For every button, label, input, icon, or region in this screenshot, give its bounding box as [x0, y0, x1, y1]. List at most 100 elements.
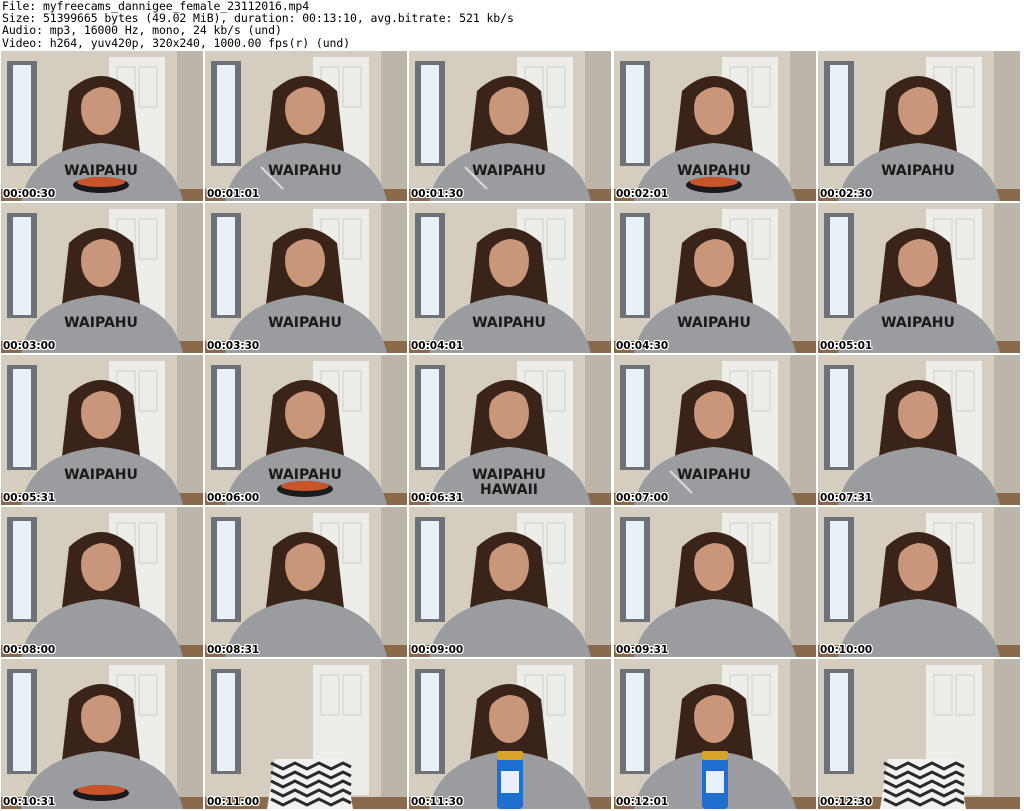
window [830, 673, 848, 771]
timestamp-label: 00:10:00 [820, 644, 873, 656]
video-thumbnail[interactable]: WAIPAHU 00:05:01 [818, 203, 1020, 353]
timestamp-label: 00:02:30 [820, 188, 873, 200]
window [421, 521, 439, 619]
video-thumbnail[interactable]: WAIPAHU 00:02:01 [614, 51, 816, 201]
wall-trim [381, 355, 407, 505]
bowl [73, 785, 129, 801]
wall-trim [585, 355, 611, 505]
timestamp-label: 00:04:30 [616, 340, 669, 352]
video-thumbnail[interactable]: WAIPAHU 00:05:31 [1, 355, 203, 505]
hoodie-text: WAIPAHU [64, 163, 138, 179]
window [421, 65, 439, 163]
wall-trim [994, 203, 1020, 353]
hoodie-text: WAIPAHU [881, 163, 955, 179]
video-thumbnail[interactable]: WAIPAHU 00:04:30 [614, 203, 816, 353]
video-line: Video: h264, yuv420p, 320x240, 1000.00 f… [2, 35, 351, 50]
thumbnail-frame: WAIPAHU [409, 51, 611, 201]
window [421, 673, 439, 771]
thumbnail-frame: WAIPAHU [1, 355, 203, 505]
window [217, 369, 235, 467]
timestamp-label: 00:08:00 [3, 644, 56, 656]
video-thumbnail[interactable]: 00:12:30 [818, 659, 1020, 809]
video-thumbnail[interactable]: 00:12:01 [614, 659, 816, 809]
audio-line: Audio: mp3, 16000 Hz, mono, 24 kb/s (und… [2, 23, 282, 38]
window [830, 65, 848, 163]
hoodie-text: HAWAII [480, 482, 538, 498]
window [217, 673, 235, 771]
timestamp-label: 00:03:00 [3, 340, 56, 352]
timestamp-label: 00:04:01 [411, 340, 464, 352]
video-thumbnail[interactable]: 00:08:00 [1, 507, 203, 657]
window [626, 65, 644, 163]
thumbnail-frame: WAIPAHU [818, 203, 1020, 353]
wall-trim [585, 51, 611, 201]
thumbnail-frame: WAIPAHU [409, 203, 611, 353]
window [830, 521, 848, 619]
window [13, 521, 31, 619]
timestamp-label: 00:09:31 [616, 644, 669, 656]
timestamp-label: 00:11:00 [207, 796, 260, 808]
wall-trim [177, 507, 203, 657]
hoodie-text: WAIPAHU [881, 315, 955, 331]
bowl [277, 481, 333, 497]
video-thumbnail[interactable]: WAIPAHU 00:06:00 [205, 355, 407, 505]
video-thumbnail[interactable]: 00:10:31 [1, 659, 203, 809]
thumbnail-frame: WAIPAHU [1, 203, 203, 353]
window [13, 65, 31, 163]
chair [267, 759, 353, 809]
video-thumbnail[interactable]: WAIPAHU 00:04:01 [409, 203, 611, 353]
video-thumbnail[interactable]: 00:11:00 [205, 659, 407, 809]
window [13, 217, 31, 315]
timestamp-label: 00:12:01 [616, 796, 669, 808]
wall-trim [994, 507, 1020, 657]
timestamp-label: 00:01:30 [411, 188, 464, 200]
video-thumbnail[interactable]: 00:08:31 [205, 507, 407, 657]
video-thumbnail[interactable]: WAIPAHU 00:03:00 [1, 203, 203, 353]
wall-trim [790, 203, 816, 353]
hoodie-text: WAIPAHU [64, 467, 138, 483]
hoodie-text: WAIPAHU [268, 315, 342, 331]
video-thumbnail[interactable]: 00:11:30 [409, 659, 611, 809]
wall-trim [177, 659, 203, 809]
bowl [73, 177, 129, 193]
timestamp-label: 00:08:31 [207, 644, 260, 656]
video-thumbnail[interactable]: 00:09:31 [614, 507, 816, 657]
video-thumbnail[interactable]: WAIPAHU HAWAII 00:06:31 [409, 355, 611, 505]
video-thumbnail[interactable]: WAIPAHU 00:03:30 [205, 203, 407, 353]
window [13, 673, 31, 771]
wall-trim [790, 507, 816, 657]
thumbnail-frame [614, 507, 816, 657]
chair [880, 759, 966, 809]
window [421, 369, 439, 467]
window [830, 369, 848, 467]
thumbnail-frame: WAIPAHU [614, 355, 816, 505]
window [626, 673, 644, 771]
window [626, 369, 644, 467]
timestamp-label: 00:01:01 [207, 188, 260, 200]
wall-trim [790, 355, 816, 505]
video-thumbnail[interactable]: 00:10:00 [818, 507, 1020, 657]
window [13, 369, 31, 467]
video-thumbnail[interactable]: WAIPAHU 00:01:01 [205, 51, 407, 201]
thumbnail-frame [1, 507, 203, 657]
hoodie-text: WAIPAHU [268, 163, 342, 179]
window [421, 217, 439, 315]
bottle [497, 751, 523, 809]
timestamp-label: 00:03:30 [207, 340, 260, 352]
timestamp-label: 00:06:00 [207, 492, 260, 504]
hoodie-text: WAIPAHU [677, 467, 751, 483]
timestamp-label: 00:10:31 [3, 796, 56, 808]
video-thumbnail[interactable]: WAIPAHU 00:00:30 [1, 51, 203, 201]
video-thumbnail[interactable]: 00:09:00 [409, 507, 611, 657]
video-thumbnail[interactable]: WAIPAHU 00:01:30 [409, 51, 611, 201]
video-thumbnail[interactable]: 00:07:31 [818, 355, 1020, 505]
video-thumbnail[interactable]: WAIPAHU 00:07:00 [614, 355, 816, 505]
wall-trim [790, 51, 816, 201]
video-thumbnail[interactable]: WAIPAHU 00:02:30 [818, 51, 1020, 201]
wall-trim [381, 507, 407, 657]
wall-trim [381, 659, 407, 809]
bottle [702, 751, 728, 809]
timestamp-label: 00:09:00 [411, 644, 464, 656]
window [626, 217, 644, 315]
wall-trim [585, 659, 611, 809]
